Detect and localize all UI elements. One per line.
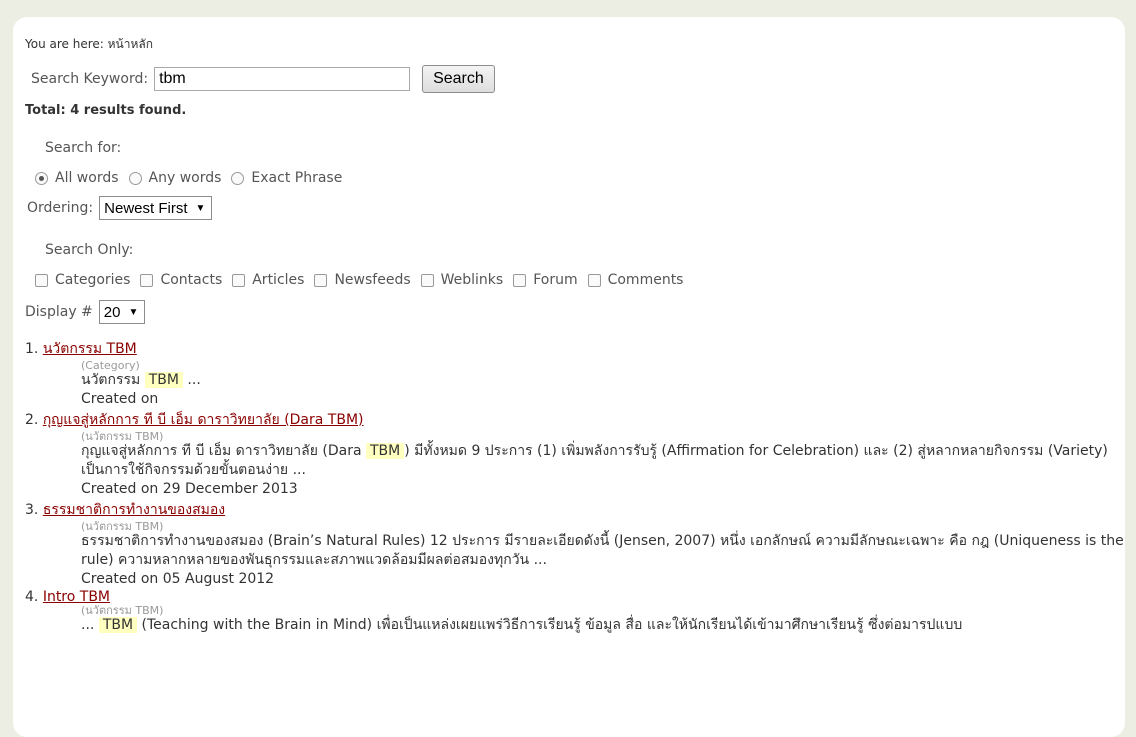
radio-any-words[interactable] — [128, 171, 142, 185]
result-item: 3. ธรรมชาติการทำงานของสมอง (นวัตกรรม TBM… — [25, 499, 1125, 588]
result-created-date: Created on — [81, 391, 159, 407]
search-only-label: Search Only: — [45, 242, 134, 258]
results-list: 1. นวัตกรรม TBM (Category) นวัตกรรม TBM … — [25, 338, 1125, 635]
radio-all-words[interactable] — [35, 171, 48, 185]
result-category: (นวัตกรรม TBM) — [81, 520, 164, 533]
breadcrumb: You are here: หน้าหลัก — [25, 37, 153, 51]
checkbox-comments[interactable] — [587, 273, 601, 287]
search-row: Search Keyword: Search — [25, 65, 1125, 93]
ordering-row: Ordering: Newest First ▼ — [25, 196, 1125, 220]
result-created-date: Created on 29 December 2013 — [81, 481, 298, 497]
checkbox-weblinks[interactable] — [420, 273, 434, 287]
result-snippet: นวัตกรรม TBM ... — [81, 372, 201, 388]
radio-exact-phrase[interactable] — [231, 171, 245, 185]
checkbox-categories-label[interactable]: Categories — [55, 272, 130, 288]
highlight-term: TBM — [98, 617, 138, 633]
result-number: 3. — [25, 502, 39, 518]
checkbox-contacts-label[interactable]: Contacts — [160, 272, 222, 288]
result-category: (นวัตกรรม TBM) — [81, 430, 164, 443]
checkbox-articles[interactable] — [232, 273, 246, 287]
ordering-select[interactable]: Newest First ▼ — [99, 196, 213, 220]
checkbox-contacts[interactable] — [140, 273, 154, 287]
result-number: 4. — [25, 589, 39, 605]
search-for-options: All words Any words Exact Phrase — [25, 170, 1125, 186]
result-item: 1. นวัตกรรม TBM (Category) นวัตกรรม TBM … — [25, 338, 1125, 408]
result-category: (นวัตกรรม TBM) — [81, 604, 164, 617]
content-panel: You are here: หน้าหลัก Search Keyword: S… — [13, 17, 1125, 737]
checkbox-newsfeeds-label[interactable]: Newsfeeds — [334, 272, 410, 288]
result-title-link[interactable]: ธรรมชาติการทำงานของสมอง — [43, 502, 225, 518]
checkbox-weblinks-label[interactable]: Weblinks — [441, 272, 504, 288]
result-number: 1. — [25, 341, 39, 357]
results-total: Total: 4 results found. — [25, 103, 187, 118]
result-created-date: Created on 05 August 2012 — [81, 571, 275, 587]
search-keyword-label: Search Keyword: — [31, 71, 149, 87]
checkbox-categories[interactable] — [35, 273, 48, 287]
search-only-options: Categories Contacts Articles Newsfeeds W… — [25, 272, 1125, 288]
result-title-link[interactable]: Intro TBM — [43, 589, 110, 605]
checkbox-comments-label[interactable]: Comments — [608, 272, 684, 288]
checkbox-forum[interactable] — [513, 273, 527, 287]
radio-any-words-label[interactable]: Any words — [149, 170, 222, 186]
checkbox-forum-label[interactable]: Forum — [533, 272, 577, 288]
display-row: Display # 20 ▼ — [25, 300, 1125, 324]
display-select[interactable]: 20 ▼ — [98, 300, 146, 324]
checkbox-newsfeeds[interactable] — [314, 273, 328, 287]
chevron-down-icon: ▼ — [195, 202, 206, 214]
result-snippet: ... TBM (Teaching with the Brain in Mind… — [81, 617, 963, 633]
result-title-link[interactable]: กุญแจสู่หลักการ ที บี เอ็ม ดาราวิทยาลัย … — [43, 412, 364, 428]
radio-exact-phrase-label[interactable]: Exact Phrase — [251, 170, 342, 186]
result-number: 2. — [25, 412, 39, 428]
result-item: 2. กุญแจสู่หลักการ ที บี เอ็ม ดาราวิทยาล… — [25, 409, 1125, 498]
result-category: (Category) — [81, 359, 140, 372]
display-label: Display # — [25, 304, 93, 320]
result-snippet: ธรรมชาติการทำงานของสมอง (Brain’s Natural… — [81, 533, 1124, 568]
highlight-term: TBM — [144, 372, 183, 388]
result-item: 4. Intro TBM (นวัตกรรม TBM) ... TBM (Tea… — [25, 589, 1125, 635]
search-for-label: Search for: — [45, 140, 122, 156]
highlight-term: TBM — [365, 443, 405, 459]
display-select-value: 20 — [103, 303, 121, 321]
search-button[interactable]: Search — [422, 65, 495, 93]
result-snippet: กุญแจสู่หลักการ ที บี เอ็ม ดาราวิทยาลัย … — [81, 443, 1108, 478]
search-input[interactable] — [154, 67, 411, 91]
radio-all-words-label[interactable]: All words — [55, 170, 119, 186]
checkbox-articles-label[interactable]: Articles — [252, 272, 304, 288]
result-title-link[interactable]: นวัตกรรม TBM — [43, 341, 137, 357]
ordering-label: Ordering: — [27, 200, 94, 216]
ordering-select-value: Newest First — [104, 199, 188, 217]
chevron-down-icon: ▼ — [128, 306, 139, 318]
